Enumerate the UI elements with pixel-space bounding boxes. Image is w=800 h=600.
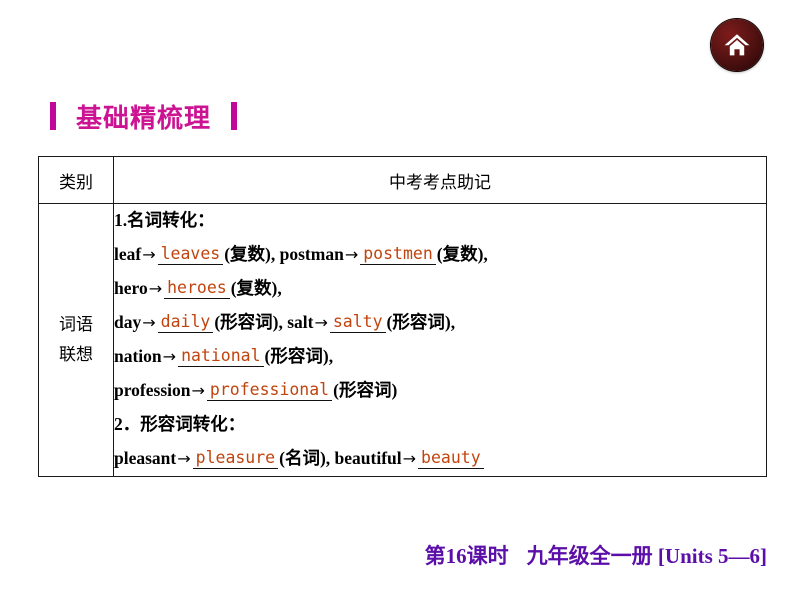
- content-cell: 1.名词转化： leaf → leaves (复数), postman → postmen(…: [113, 203, 767, 477]
- category-label-line2: 联想: [59, 345, 93, 364]
- content-heading: 1.名词转化：: [114, 204, 766, 238]
- knowledge-table: 类别 中考考点助记 词语 联想 1.名词转化： leaf → leaves (复数), …: [38, 156, 767, 477]
- title-marker-left: [50, 102, 56, 130]
- answer-blank[interactable]: salty: [329, 313, 386, 333]
- static-text: (形容词),: [386, 312, 456, 333]
- content-entry: hero → heroes (复数),: [114, 272, 766, 306]
- answer-blank[interactable]: beauty: [418, 449, 484, 469]
- static-text: pleasant: [114, 448, 177, 469]
- answer-blank[interactable]: postmen: [360, 245, 436, 265]
- footer-lesson: 第16课时: [424, 544, 509, 568]
- arrow-icon: →: [148, 279, 163, 298]
- category-label-line1: 词语: [59, 315, 93, 335]
- arrow-icon: →: [191, 381, 205, 400]
- answer-blank[interactable]: daily: [157, 313, 214, 333]
- title-marker-right: [231, 102, 238, 130]
- table-header-row: 类别 中考考点助记: [38, 156, 767, 204]
- answer-blank[interactable]: professional: [206, 381, 333, 401]
- home-button[interactable]: [711, 19, 763, 71]
- arrow-icon: →: [142, 313, 156, 332]
- answer-blank[interactable]: leaves: [157, 245, 224, 265]
- static-text: leaf: [114, 244, 142, 265]
- content-entry: leaf → leaves (复数), postman → postmen (复数),: [114, 238, 766, 272]
- arrow-icon: →: [344, 245, 359, 264]
- content-heading: 2．形容词转化：: [114, 408, 766, 442]
- static-text: 1.名词转化：: [114, 210, 215, 231]
- static-text: profession: [114, 380, 191, 401]
- static-text: (形容词): [333, 380, 398, 401]
- arrow-icon: →: [177, 449, 191, 468]
- header-category: 类别: [38, 156, 114, 204]
- static-text: 2．形容词转化：: [114, 414, 246, 435]
- table-row: 词语 联想 1.名词转化： leaf → leaves (复数), postman → po…: [38, 203, 767, 477]
- static-text: hero: [114, 278, 148, 299]
- static-text: nation: [114, 346, 162, 367]
- content-entry: profession → professional (形容词): [114, 374, 766, 408]
- category-cell: 词语 联想: [38, 203, 114, 477]
- footer-book: 九年级全一册 [Units 5—6]: [526, 544, 767, 568]
- static-text: (形容词), salt: [214, 312, 314, 333]
- arrow-icon: →: [142, 245, 156, 264]
- arrow-icon: →: [402, 449, 417, 468]
- content-lines: 1.名词转化： leaf → leaves (复数), postman → postmen(…: [114, 204, 766, 476]
- footer: 第16课时 九年级全一册 [Units 5—6]: [0, 540, 767, 570]
- home-icon: [723, 32, 751, 58]
- static-text: (复数), postman: [224, 244, 344, 265]
- content-entry: day → daily (形容词), salt → salty (形容词),: [114, 306, 766, 340]
- page-title: 基础精梳理: [76, 102, 212, 133]
- answer-blank[interactable]: heroes: [164, 279, 230, 299]
- static-text: day: [114, 312, 142, 333]
- static-text: (名词), beautiful: [279, 448, 402, 469]
- static-text: (复数),: [436, 244, 488, 265]
- static-text: (形容词),: [264, 346, 334, 367]
- answer-blank[interactable]: national: [178, 347, 264, 367]
- content-entry: pleasant → pleasure (名词), beautiful → beauty: [114, 442, 766, 476]
- answer-blank[interactable]: pleasure: [192, 449, 279, 469]
- section-title: 基础精梳理: [50, 96, 238, 136]
- arrow-icon: →: [162, 347, 177, 366]
- static-text: (复数),: [230, 278, 282, 299]
- arrow-icon: →: [314, 313, 328, 332]
- header-content: 中考考点助记: [113, 156, 767, 204]
- content-entry: nation → national (形容词),: [114, 340, 766, 374]
